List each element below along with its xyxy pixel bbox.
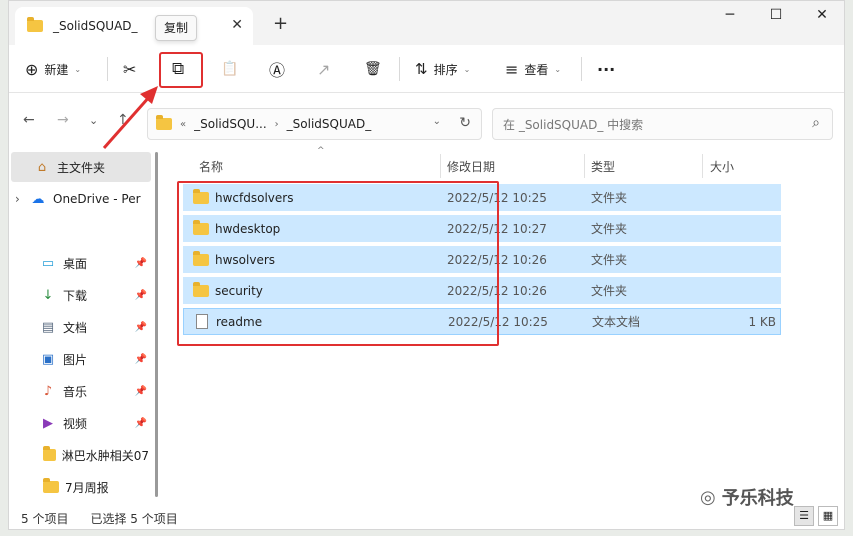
wechat-icon: ◎ [700, 486, 716, 508]
watermark-text: 予乐科技 [721, 488, 794, 509]
watermark: ◎ 予乐科技 [700, 484, 794, 510]
annotation-arrow [102, 86, 158, 149]
